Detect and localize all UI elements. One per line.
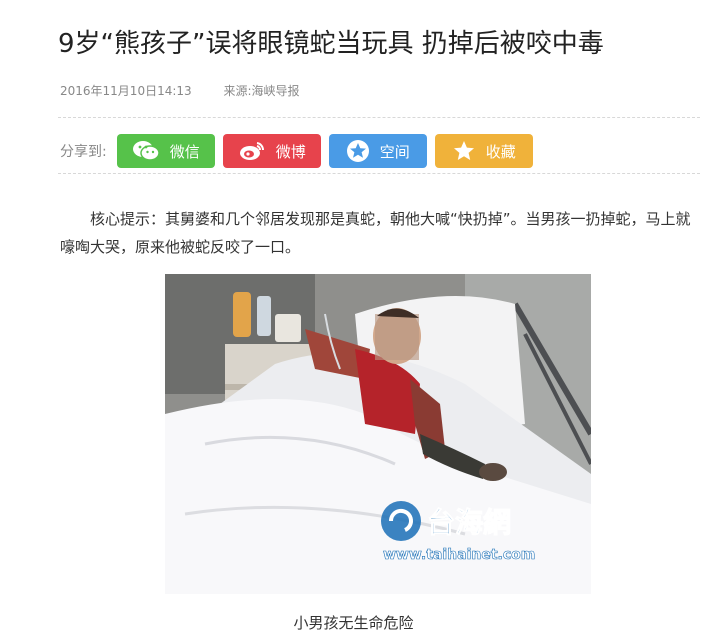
favorite-label: 收藏 [485, 142, 516, 161]
star-icon [452, 139, 476, 163]
share-label: 分享到: [60, 144, 107, 160]
qzone-star-icon [346, 139, 370, 163]
article-summary: 核心提示：其舅婆和几个邻居发现那是真蛇，朝他大喊“快扔掉”。当男孩一扔掉蛇，马上… [60, 210, 691, 256]
divider [58, 173, 700, 174]
divider [58, 117, 700, 118]
wechat-icon [132, 140, 160, 162]
watermark-url: www.taihainet.com [383, 547, 535, 563]
share-weibo-label: 微博 [275, 142, 306, 161]
article-source: 来源:海峡导报 [223, 84, 300, 98]
watermark-brand: 台海網 [427, 506, 511, 539]
share-qzone-label: 空间 [379, 142, 410, 161]
share-wechat-label: 微信 [169, 142, 200, 161]
weibo-icon [238, 140, 266, 162]
article-title: 9岁“熊孩子”误将眼镜蛇当玩具 扔掉后被咬中毒 [58, 29, 604, 59]
publish-date: 2016年11月10日14:13 [60, 84, 192, 98]
article-photo: 台海網 www.taihainet.com [165, 274, 591, 594]
share-bar: 分享到: 微信 微博 空间 收藏 [60, 134, 541, 168]
share-weibo-button[interactable]: 微博 [222, 134, 321, 168]
article-meta: 2016年11月10日14:13 来源:海峡导报 [60, 82, 300, 99]
favorite-button[interactable]: 收藏 [434, 134, 533, 168]
share-qzone-button[interactable]: 空间 [328, 134, 427, 168]
share-wechat-button[interactable]: 微信 [116, 134, 215, 168]
photo-caption: 小男孩无生命危险 [293, 614, 414, 632]
